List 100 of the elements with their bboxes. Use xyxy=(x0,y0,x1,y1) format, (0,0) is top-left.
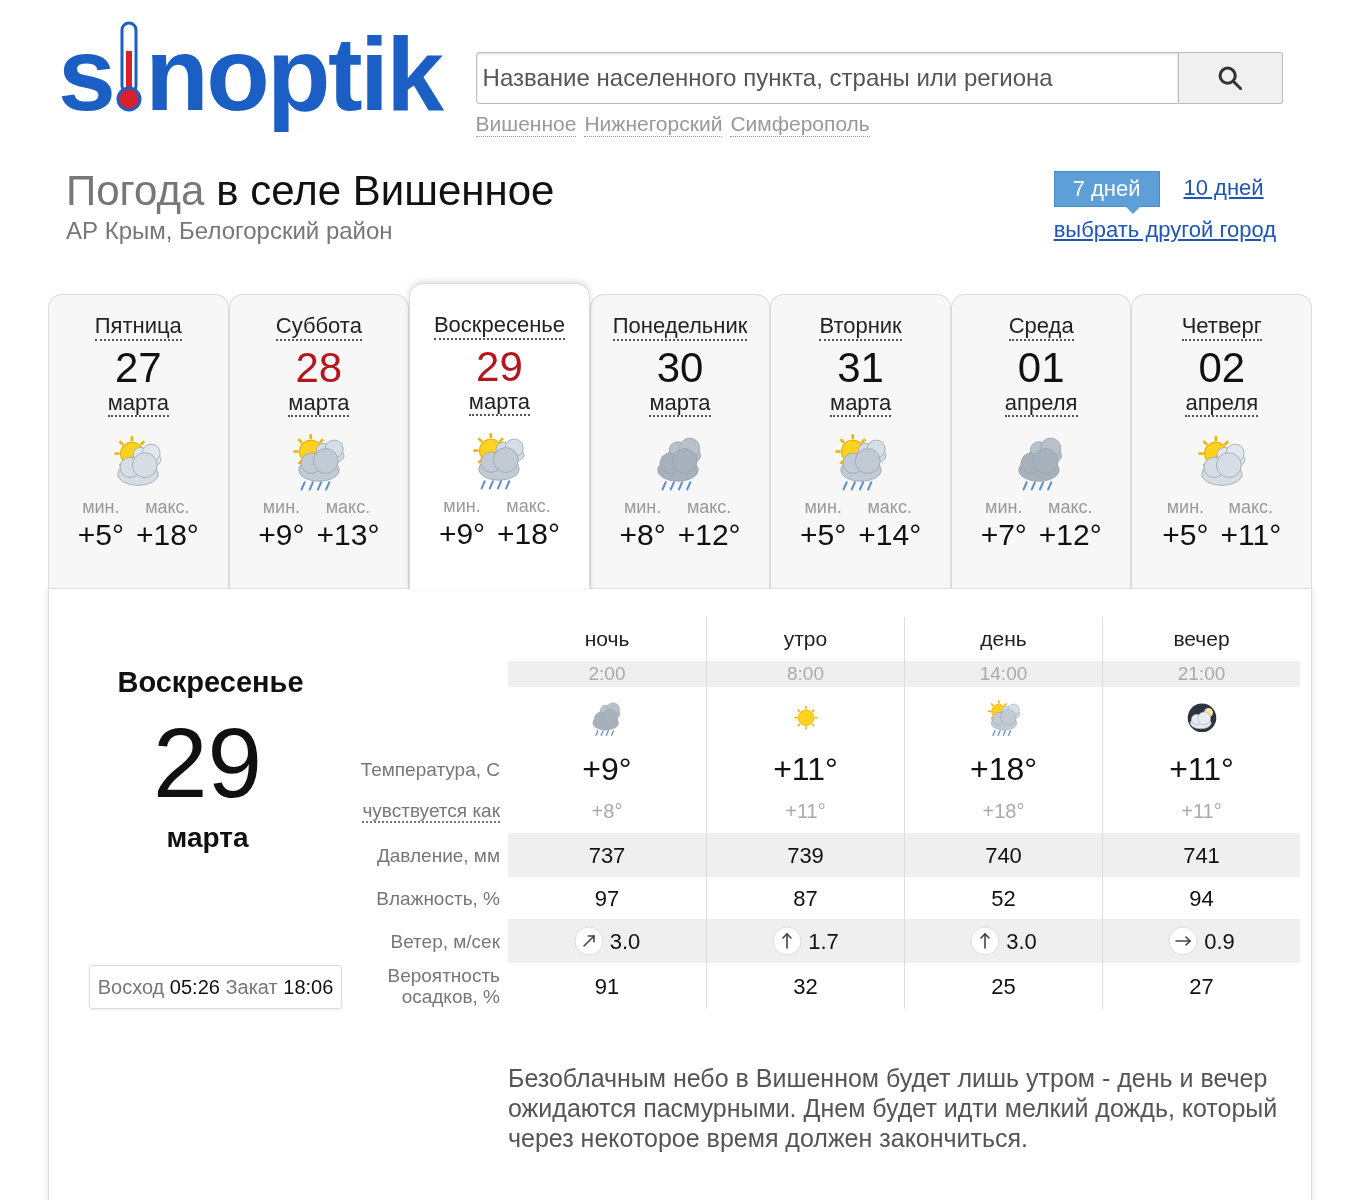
min-temperature: +8° xyxy=(619,516,666,553)
min-temperature: +7° xyxy=(980,516,1027,553)
search-button[interactable] xyxy=(1178,52,1283,104)
min-label: мин. xyxy=(262,496,301,517)
max-label: макс. xyxy=(1228,496,1274,517)
min-label: мин. xyxy=(443,495,481,516)
min-label: мин. xyxy=(82,496,120,517)
weekday-link[interactable]: Суббота xyxy=(275,313,362,341)
day-tab[interactable]: Пятница 27 марта мин. +5° макс. +18° xyxy=(48,294,229,588)
max-label: макс. xyxy=(867,496,912,517)
day-tab[interactable]: Понедельник 30 марта мин. +8° макс. +12° xyxy=(589,294,771,588)
wind-speed: 1.7 xyxy=(808,927,839,956)
sunset-time: 18:06 xyxy=(283,975,334,998)
month-link[interactable]: марта xyxy=(830,391,892,417)
sunrise-label: Восход xyxy=(97,975,165,998)
max-label: макс. xyxy=(506,495,551,516)
day-tab[interactable]: Среда 01 апреля мин. +7° макс. +12° xyxy=(950,294,1132,588)
max-label: макс. xyxy=(325,496,371,517)
max-label: макс. xyxy=(686,496,732,517)
max-label: макс. xyxy=(1048,496,1093,517)
min-temperature: +5° xyxy=(1162,516,1209,553)
logo-text: s xyxy=(58,15,114,135)
temperature: +11° xyxy=(1102,749,1300,789)
row-label: Ветер, м/сек xyxy=(390,930,500,952)
day-tab[interactable]: Четверг 02 апреля мин. +5° макс. +11° xyxy=(1131,294,1313,588)
min-temperature: +9° xyxy=(438,515,486,552)
logo-text: noptik xyxy=(145,15,442,135)
min-label: мин. xyxy=(1166,496,1205,517)
page-subtitle: АР Крым, Белогорский район xyxy=(66,217,394,245)
range-tab[interactable]: 10 дней xyxy=(1183,171,1264,205)
precipitation: 32 xyxy=(706,963,904,1009)
precipitation: 25 xyxy=(904,963,1102,1009)
max-temperature: +12° xyxy=(1038,516,1102,553)
row-label: Влажность, % xyxy=(376,887,500,909)
period-time: 8:00 xyxy=(706,661,904,687)
pressure: 737 xyxy=(508,833,706,877)
pressure: 741 xyxy=(1102,833,1300,877)
month-link[interactable]: апреля xyxy=(1004,391,1078,417)
day-date: 01 xyxy=(1017,345,1065,391)
day-date: 30 xyxy=(656,345,704,391)
weekday-link[interactable]: Вторник xyxy=(819,313,902,341)
pressure: 739 xyxy=(706,833,904,877)
pressure: 740 xyxy=(904,833,1102,877)
row-label: Давление, мм xyxy=(376,844,500,866)
row-label: чувствуется как xyxy=(362,799,500,823)
min-label: мин. xyxy=(623,496,662,517)
row-label: Вероятность осадков, % xyxy=(386,965,500,1007)
month-link[interactable]: апреля xyxy=(1185,391,1259,417)
weekday-link[interactable]: Четверг xyxy=(1181,313,1262,341)
precipitation: 91 xyxy=(593,972,621,1001)
max-label: макс. xyxy=(145,496,190,517)
month-link[interactable]: марта xyxy=(107,391,169,417)
wind-speed: 3.0 xyxy=(609,927,641,956)
day-date: 27 xyxy=(114,345,162,391)
other-city-link[interactable]: выбрать другой город xyxy=(1053,217,1276,243)
month-link[interactable]: марта xyxy=(649,391,711,417)
min-temperature: +9° xyxy=(258,516,305,553)
day-date: 28 xyxy=(295,345,343,391)
max-temperature: +12° xyxy=(677,516,741,553)
page-title: в селе Вишенное xyxy=(216,167,555,215)
sunset-label: Закат xyxy=(225,975,278,998)
search-icon xyxy=(1216,64,1245,92)
day-tab[interactable]: Вторник 31 марта мин. +5° макс. +14° xyxy=(770,294,951,588)
weekday-link[interactable]: Воскресенье xyxy=(433,312,565,340)
weekday-link[interactable]: Среда xyxy=(1008,313,1074,341)
detail-weekday: Воскресенье xyxy=(117,665,304,700)
temperature: +11° xyxy=(706,749,904,789)
temperature: +9° xyxy=(581,750,633,789)
min-label: мин. xyxy=(804,496,842,517)
max-temperature: +18° xyxy=(497,515,560,552)
min-label: мин. xyxy=(985,496,1023,517)
page-title-lead: Погода xyxy=(66,167,205,215)
max-temperature: +14° xyxy=(858,516,922,553)
weekday-link[interactable]: Понедельник xyxy=(612,313,748,341)
max-temperature: +11° xyxy=(1220,516,1282,553)
feels-like: +8° xyxy=(590,799,624,824)
search-field[interactable]: Название населенного пункта, страны или региона xyxy=(475,52,1179,104)
detail-date: 29 xyxy=(153,708,262,817)
min-temperature: +5° xyxy=(77,516,124,553)
month-link[interactable]: марта xyxy=(468,390,531,416)
row-label: Температура, С xyxy=(360,758,500,780)
day-tab[interactable]: Суббота 28 марта мин. +9° макс. +13° xyxy=(228,294,410,588)
wind-speed: 3.0 xyxy=(1006,927,1037,956)
precipitation: 27 xyxy=(1102,963,1300,1009)
wind-speed: 0.9 xyxy=(1204,927,1235,956)
tab-pointer-icon xyxy=(1124,206,1141,214)
month-link[interactable]: марта xyxy=(288,391,350,417)
humidity: 97 xyxy=(593,884,621,913)
day-date: 29 xyxy=(476,344,523,390)
detail-month: марта xyxy=(166,820,249,855)
period-time: 2:00 xyxy=(508,661,706,687)
day-date: 31 xyxy=(837,345,884,391)
period-time: 14:00 xyxy=(904,661,1102,687)
temperature: +18° xyxy=(904,749,1102,789)
min-temperature: +5° xyxy=(800,516,847,553)
weekday-link[interactable]: Пятница xyxy=(94,313,182,341)
day-date: 02 xyxy=(1198,345,1246,391)
day-tab[interactable]: Воскресенье 29 марта мин. +9° макс. +18° xyxy=(409,283,590,589)
max-temperature: +18° xyxy=(135,516,199,553)
max-temperature: +13° xyxy=(316,516,380,553)
